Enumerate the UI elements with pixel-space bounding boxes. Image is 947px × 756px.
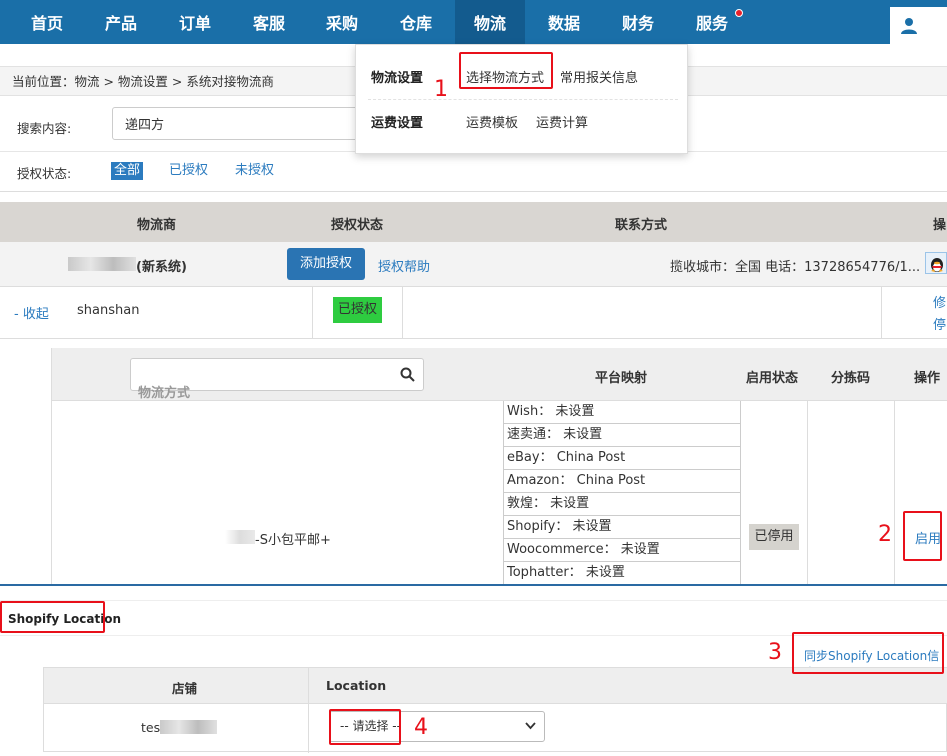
- nav-orders[interactable]: 订单: [162, 0, 228, 44]
- auth-filter-authorized[interactable]: 已授权: [166, 162, 211, 180]
- nav-data[interactable]: 数据: [531, 0, 597, 44]
- mapping-item: Amazon： China Post: [504, 470, 740, 493]
- user-icon: [901, 18, 917, 34]
- freight-settings-heading: 运费设置: [371, 116, 424, 131]
- platform-mapping-list: Wish： 未设置 速卖通： 未设置 eBay： China Post Amaz…: [503, 401, 741, 584]
- account-row: - 收起 shanshan 已授权 修 停: [0, 287, 947, 339]
- col-provider: 物流商: [137, 218, 177, 233]
- nav-service[interactable]: 客服: [236, 0, 302, 44]
- nav-purchase[interactable]: 采购: [309, 0, 375, 44]
- col-operation: 操作: [914, 371, 941, 386]
- annotation-box-4: [329, 709, 401, 745]
- nav-finance[interactable]: 财务: [605, 0, 671, 44]
- shopify-title-bar: [0, 600, 947, 636]
- col-store: 店铺: [172, 681, 198, 696]
- col-sort-code: 分拣码: [831, 371, 871, 386]
- annotation-number-4: 4: [414, 715, 428, 740]
- auth-filter-all[interactable]: 全部: [111, 162, 144, 180]
- mapping-item: 敦煌： 未设置: [504, 493, 740, 516]
- notification-dot: [735, 9, 743, 17]
- divider: [881, 287, 882, 339]
- search-icon[interactable]: [400, 367, 415, 382]
- method-name: -S小包平邮+: [255, 533, 331, 548]
- nav-home[interactable]: 首页: [14, 0, 80, 44]
- menu-customs-info[interactable]: 常用报关信息: [560, 67, 638, 86]
- method-search-input[interactable]: 物流方式: [130, 358, 424, 401]
- annotation-box-1: [459, 52, 553, 89]
- provider-row: (新系统) 添加授权 授权帮助 揽收城市：全国 电话：13728654776/1…: [0, 242, 947, 287]
- penguin-icon: [931, 258, 943, 272]
- mapping-item: 速卖通： 未设置: [504, 424, 740, 447]
- search-input[interactable]: [112, 107, 372, 140]
- annotation-number-3: 3: [768, 640, 782, 665]
- col-enable-status: 启用状态: [746, 371, 799, 386]
- chevron-down-icon: [525, 722, 536, 730]
- authorized-badge: 已授权: [333, 297, 382, 323]
- mapping-item: Tophatter： 未设置: [507, 565, 625, 580]
- redacted-provider-name: [68, 257, 136, 271]
- menu-freight-calculator[interactable]: 运费计算: [536, 112, 588, 131]
- annotation-box-2: [903, 511, 942, 561]
- divider: [402, 287, 403, 339]
- logistics-settings-heading: 物流设置: [371, 71, 424, 86]
- divider: [368, 99, 678, 100]
- nav-logistics[interactable]: 物流: [455, 0, 525, 44]
- nav-warehouse[interactable]: 仓库: [383, 0, 449, 44]
- qq-icon[interactable]: [925, 252, 947, 274]
- user-menu[interactable]: [890, 7, 947, 44]
- redacted-method-prefix: [225, 530, 255, 544]
- disabled-status-badge: 已停用: [749, 524, 799, 550]
- nav-services[interactable]: 服务: [679, 0, 745, 44]
- mapping-item: eBay： China Post: [504, 447, 740, 470]
- contact-info: 揽收城市：全国 电话：13728654776/1...: [670, 260, 921, 275]
- collapse-link[interactable]: - 收起: [14, 303, 49, 322]
- annotation-number-1: 1: [434, 77, 448, 102]
- method-search-placeholder: 物流方式: [138, 386, 191, 401]
- shipping-method-header: 物流方式 平台映射 启用状态 分拣码 操作: [52, 348, 947, 401]
- menu-freight-template[interactable]: 运费模板: [466, 112, 518, 131]
- add-authorization-button[interactable]: 添加授权: [287, 248, 365, 280]
- nav-products[interactable]: 产品: [88, 0, 154, 44]
- annotation-box-shopify: [0, 601, 105, 633]
- auth-status-label: 授权状态:: [17, 166, 72, 181]
- provider-suffix: (新系统): [136, 260, 187, 275]
- provider-table-header: 物流商 授权状态 联系方式 操: [0, 202, 947, 242]
- mapping-item: Woocommerce： 未设置: [504, 539, 740, 562]
- account-name: shanshan: [77, 303, 140, 318]
- shipping-method-table: 物流方式 平台映射 启用状态 分拣码 操作 -S小包平邮+ Wish： 未设置 …: [51, 348, 947, 584]
- col-platform-mapping: 平台映射: [595, 371, 648, 386]
- divider: [308, 668, 309, 753]
- redacted-store-suffix: [160, 720, 217, 734]
- divider: [807, 401, 808, 584]
- col-location: Location: [326, 678, 387, 693]
- col-actions: 操: [933, 218, 947, 233]
- divider: [894, 401, 895, 584]
- col-auth-status: 授权状态: [331, 218, 384, 233]
- stop-link[interactable]: 停: [933, 314, 946, 333]
- search-label: 搜索内容:: [17, 121, 72, 136]
- mapping-item: Wish： 未设置: [504, 401, 740, 424]
- top-nav: 首页 产品 订单 客服 采购 仓库 物流 数据 财务 服务: [0, 0, 947, 44]
- mapping-item: Shopify： 未设置: [504, 516, 740, 539]
- annotation-number-2: 2: [878, 522, 892, 547]
- divider: [312, 287, 313, 339]
- edit-link[interactable]: 修: [933, 292, 946, 311]
- authorization-help-link[interactable]: 授权帮助: [378, 256, 430, 275]
- col-contact: 联系方式: [615, 218, 668, 233]
- auth-filter-unauthorized[interactable]: 未授权: [232, 162, 277, 180]
- annotation-box-3: [792, 632, 944, 674]
